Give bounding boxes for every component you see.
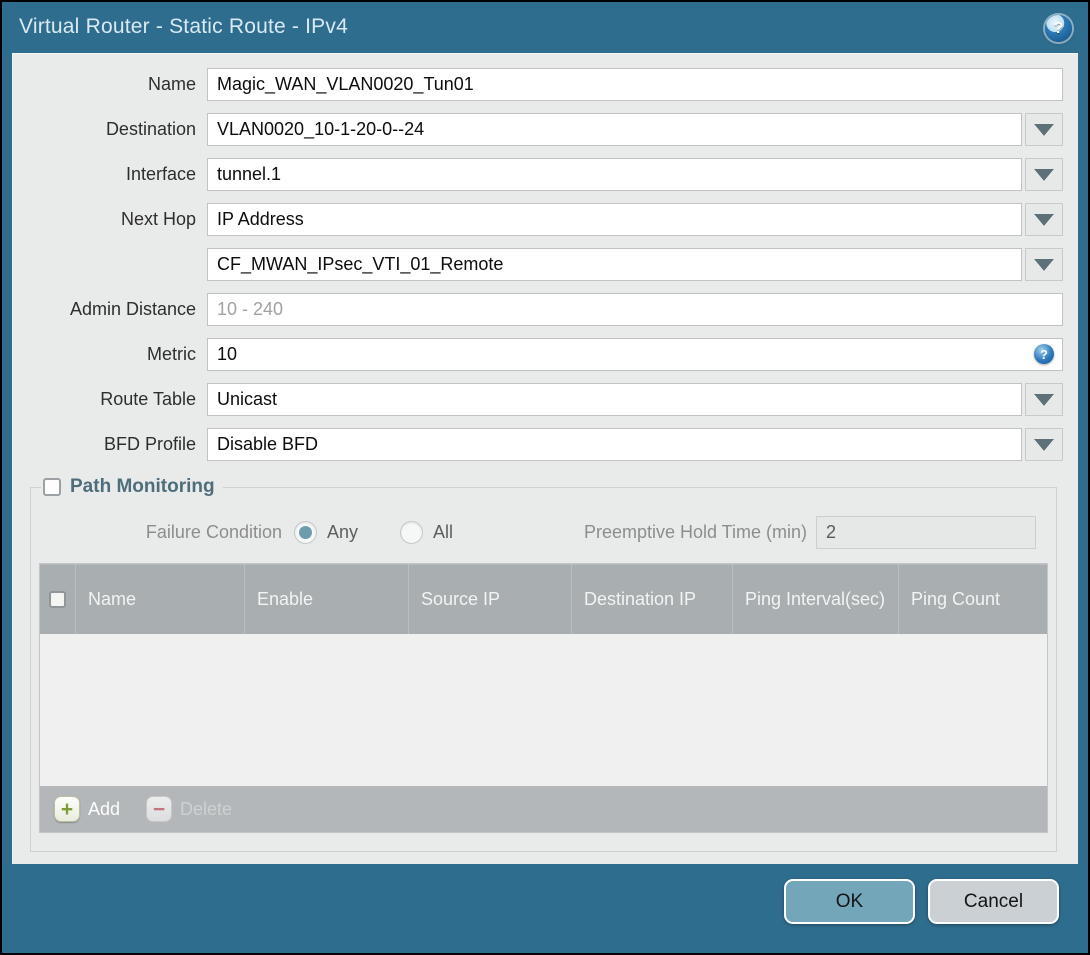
admin-distance-label: Admin Distance	[69, 299, 196, 319]
radio-any-label: Any	[327, 521, 359, 542]
failure-condition-label: Failure Condition	[145, 521, 282, 542]
metric-label: Metric	[147, 344, 196, 364]
interface-label: Interface	[125, 164, 196, 184]
admin-distance-input[interactable]	[207, 293, 1063, 326]
dialog-title: Virtual Router - Static Route - IPv4	[19, 15, 348, 38]
form-row-next-hop: Next Hop	[12, 203, 1078, 236]
chevron-down-icon	[1034, 123, 1054, 136]
dialog-titlebar: Virtual Router - Static Route - IPv4 ?	[2, 2, 1088, 53]
form-row-name: Name	[12, 68, 1078, 101]
form-row-interface: Interface	[12, 158, 1078, 191]
path-monitoring-table: Name Enable Source IP Destination IP Pin…	[39, 563, 1048, 833]
interface-dropdown-button[interactable]	[1025, 158, 1063, 191]
failure-condition-any-option[interactable]: Any	[294, 520, 359, 544]
dialog-frame: Virtual Router - Static Route - IPv4 ? N…	[2, 2, 1088, 953]
destination-label: Destination	[105, 119, 196, 139]
path-monitoring-legend: Path Monitoring	[41, 476, 223, 498]
table-body-empty	[40, 634, 1047, 786]
next-hop-label: Next Hop	[120, 209, 196, 229]
cancel-button[interactable]: Cancel	[928, 879, 1059, 924]
preemptive-hold-time-input[interactable]	[816, 515, 1036, 549]
failure-condition-all-option[interactable]: All	[400, 520, 454, 544]
route-table-label: Route Table	[100, 389, 196, 409]
bfd-profile-label: BFD Profile	[103, 434, 196, 454]
form-row-bfd-profile: BFD Profile	[12, 428, 1078, 461]
next-hop-type-dropdown-button[interactable]	[1025, 203, 1063, 236]
next-hop-address-dropdown-button[interactable]	[1025, 248, 1063, 281]
destination-dropdown-button[interactable]	[1025, 113, 1063, 146]
add-button-label: Add	[88, 798, 121, 819]
table-toolbar: + Add − Delete	[40, 786, 1047, 832]
chevron-down-icon	[1034, 393, 1054, 406]
next-hop-type-input[interactable]	[207, 203, 1022, 236]
path-monitoring-section: Path Monitoring Failure Condition Any Al…	[30, 476, 1057, 852]
dialog-body: Name Destination Interface	[12, 53, 1078, 864]
column-header-ping-interval: Ping Interval(sec)	[732, 564, 898, 634]
bfd-profile-input[interactable]	[207, 428, 1022, 461]
delete-button[interactable]: − Delete	[146, 796, 232, 822]
interface-input[interactable]	[207, 158, 1022, 191]
table-header-checkbox-cell	[40, 564, 75, 634]
minus-icon: −	[146, 796, 173, 822]
bfd-profile-dropdown-button[interactable]	[1025, 428, 1063, 461]
form-row-route-table: Route Table	[12, 383, 1078, 416]
radio-all[interactable]	[400, 520, 424, 544]
column-header-destination-ip: Destination IP	[571, 564, 732, 634]
next-hop-address-input[interactable]	[207, 248, 1022, 281]
select-all-checkbox[interactable]	[49, 590, 66, 608]
name-label: Name	[147, 74, 196, 94]
column-header-source-ip: Source IP	[408, 564, 571, 634]
chevron-down-icon	[1034, 213, 1054, 226]
name-input[interactable]	[207, 68, 1063, 101]
help-icon[interactable]: ?	[1045, 15, 1072, 42]
chevron-down-icon	[1034, 438, 1054, 451]
path-monitoring-checkbox[interactable]	[43, 478, 61, 496]
plus-icon: +	[54, 796, 80, 822]
metric-help-icon[interactable]: ?	[1034, 344, 1054, 364]
path-monitoring-options-row: Failure Condition Any All Preemptive Hol…	[39, 515, 1036, 549]
route-table-input[interactable]	[207, 383, 1022, 416]
column-header-enable: Enable	[244, 564, 408, 634]
chevron-down-icon	[1034, 258, 1054, 271]
form-row-admin-distance: Admin Distance	[12, 293, 1078, 326]
metric-input[interactable]	[207, 338, 1063, 371]
route-table-dropdown-button[interactable]	[1025, 383, 1063, 416]
table-header: Name Enable Source IP Destination IP Pin…	[40, 564, 1047, 634]
form-row-next-hop-address	[12, 248, 1078, 281]
preemptive-hold-time-label: Preemptive Hold Time (min)	[583, 521, 807, 542]
path-monitoring-title: Path Monitoring	[70, 476, 215, 497]
radio-any[interactable]	[294, 520, 317, 544]
ok-button[interactable]: OK	[784, 879, 915, 924]
failure-condition-radio-group: Any All	[294, 520, 454, 544]
form-row-destination: Destination	[12, 113, 1078, 146]
form-row-metric: Metric ?	[12, 338, 1078, 371]
delete-button-label: Delete	[180, 798, 233, 819]
column-header-name: Name	[75, 564, 244, 634]
radio-all-label: All	[433, 521, 454, 542]
add-button[interactable]: + Add	[54, 796, 120, 822]
column-header-ping-count: Ping Count	[898, 564, 1047, 634]
destination-input[interactable]	[207, 113, 1022, 146]
chevron-down-icon	[1034, 168, 1054, 181]
